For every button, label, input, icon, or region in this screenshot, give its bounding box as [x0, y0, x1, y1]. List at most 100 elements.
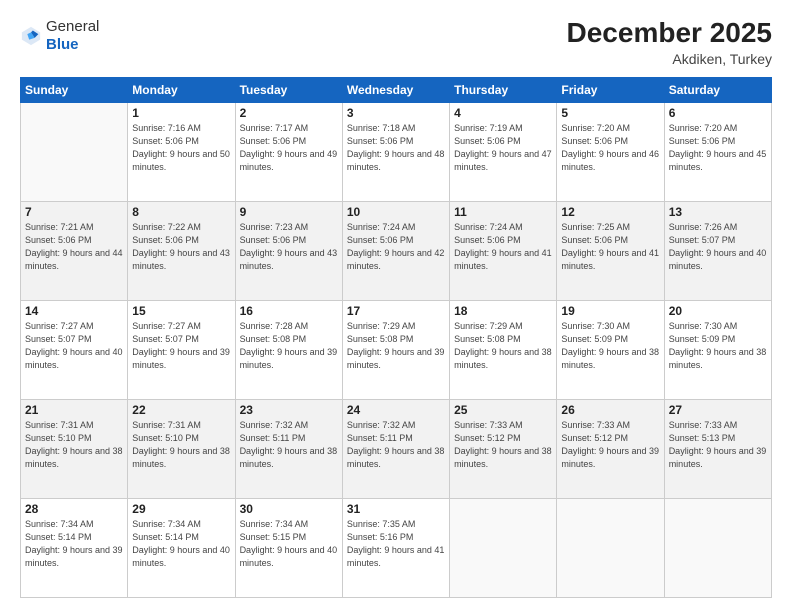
day-info: Sunrise: 7:33 AMSunset: 5:12 PMDaylight:…	[454, 419, 552, 471]
weekday-header-thursday: Thursday	[450, 77, 557, 102]
calendar-cell: 22 Sunrise: 7:31 AMSunset: 5:10 PMDayligh…	[128, 399, 235, 498]
calendar-cell: 14 Sunrise: 7:27 AMSunset: 5:07 PMDayligh…	[21, 300, 128, 399]
calendar-cell: 24 Sunrise: 7:32 AMSunset: 5:11 PMDayligh…	[342, 399, 449, 498]
calendar-cell	[450, 498, 557, 597]
calendar-cell	[21, 102, 128, 201]
location: Akdiken, Turkey	[567, 51, 772, 67]
day-info: Sunrise: 7:18 AMSunset: 5:06 PMDaylight:…	[347, 122, 445, 174]
day-info: Sunrise: 7:27 AMSunset: 5:07 PMDaylight:…	[132, 320, 230, 372]
day-info: Sunrise: 7:29 AMSunset: 5:08 PMDaylight:…	[347, 320, 445, 372]
calendar-cell: 15 Sunrise: 7:27 AMSunset: 5:07 PMDayligh…	[128, 300, 235, 399]
calendar-cell: 8 Sunrise: 7:22 AMSunset: 5:06 PMDaylight…	[128, 201, 235, 300]
calendar-cell: 16Sunrise: 7:28 AMSunset: 5:08 PMDayligh…	[235, 300, 342, 399]
page: General Blue December 2025 Akdiken, Turk…	[0, 0, 792, 612]
day-number: 19	[561, 304, 659, 318]
calendar-cell: 2Sunrise: 7:17 AMSunset: 5:06 PMDaylight…	[235, 102, 342, 201]
day-info: Sunrise: 7:26 AMSunset: 5:07 PMDaylight:…	[669, 221, 767, 273]
day-info: Sunrise: 7:31 AMSunset: 5:10 PMDaylight:…	[25, 419, 123, 471]
day-info: Sunrise: 7:24 AMSunset: 5:06 PMDaylight:…	[454, 221, 552, 273]
day-info: Sunrise: 7:34 AMSunset: 5:14 PMDaylight:…	[25, 518, 123, 570]
day-info: Sunrise: 7:27 AMSunset: 5:07 PMDaylight:…	[25, 320, 123, 372]
logo-text: General Blue	[46, 18, 99, 54]
month-year: December 2025	[567, 18, 772, 49]
header: General Blue December 2025 Akdiken, Turk…	[20, 18, 772, 67]
day-number: 2	[240, 106, 338, 120]
day-info: Sunrise: 7:24 AMSunset: 5:06 PMDaylight:…	[347, 221, 445, 273]
day-number: 4	[454, 106, 552, 120]
weekday-header-friday: Friday	[557, 77, 664, 102]
calendar-cell: 29 Sunrise: 7:34 AMSunset: 5:14 PMDayligh…	[128, 498, 235, 597]
day-info: Sunrise: 7:20 AMSunset: 5:06 PMDaylight:…	[669, 122, 767, 174]
calendar-cell: 6 Sunrise: 7:20 AMSunset: 5:06 PMDaylight…	[664, 102, 771, 201]
calendar-cell: 9 Sunrise: 7:23 AMSunset: 5:06 PMDaylight…	[235, 201, 342, 300]
logo-icon	[20, 25, 42, 47]
calendar-cell: 21 Sunrise: 7:31 AMSunset: 5:10 PMDayligh…	[21, 399, 128, 498]
day-number: 24	[347, 403, 445, 417]
calendar-cell: 27 Sunrise: 7:33 AMSunset: 5:13 PMDayligh…	[664, 399, 771, 498]
calendar-cell: 31Sunrise: 7:35 AMSunset: 5:16 PMDayligh…	[342, 498, 449, 597]
calendar-cell: 23 Sunrise: 7:32 AMSunset: 5:11 PMDayligh…	[235, 399, 342, 498]
day-info: Sunrise: 7:33 AMSunset: 5:13 PMDaylight:…	[669, 419, 767, 471]
day-number: 17	[347, 304, 445, 318]
day-number: 7	[25, 205, 123, 219]
calendar-cell	[557, 498, 664, 597]
day-info: Sunrise: 7:19 AMSunset: 5:06 PMDaylight:…	[454, 122, 552, 174]
day-info: Sunrise: 7:31 AMSunset: 5:10 PMDaylight:…	[132, 419, 230, 471]
day-info: Sunrise: 7:33 AMSunset: 5:12 PMDaylight:…	[561, 419, 659, 471]
calendar-cell: 5 Sunrise: 7:20 AMSunset: 5:06 PMDaylight…	[557, 102, 664, 201]
calendar-cell: 13 Sunrise: 7:26 AMSunset: 5:07 PMDayligh…	[664, 201, 771, 300]
day-number: 12	[561, 205, 659, 219]
day-number: 30	[240, 502, 338, 516]
day-number: 9	[240, 205, 338, 219]
day-info: Sunrise: 7:32 AMSunset: 5:11 PMDaylight:…	[240, 419, 338, 471]
calendar-cell: 1 Sunrise: 7:16 AMSunset: 5:06 PMDaylight…	[128, 102, 235, 201]
day-number: 21	[25, 403, 123, 417]
logo: General Blue	[20, 18, 99, 54]
calendar-cell	[664, 498, 771, 597]
day-number: 1	[132, 106, 230, 120]
day-info: Sunrise: 7:34 AMSunset: 5:14 PMDaylight:…	[132, 518, 230, 570]
calendar-cell: 10 Sunrise: 7:24 AMSunset: 5:06 PMDayligh…	[342, 201, 449, 300]
calendar-cell: 28Sunrise: 7:34 AMSunset: 5:14 PMDayligh…	[21, 498, 128, 597]
day-number: 26	[561, 403, 659, 417]
day-number: 20	[669, 304, 767, 318]
weekday-header-wednesday: Wednesday	[342, 77, 449, 102]
day-number: 22	[132, 403, 230, 417]
calendar-cell: 4 Sunrise: 7:19 AMSunset: 5:06 PMDaylight…	[450, 102, 557, 201]
day-number: 11	[454, 205, 552, 219]
title-block: December 2025 Akdiken, Turkey	[567, 18, 772, 67]
day-number: 15	[132, 304, 230, 318]
day-number: 27	[669, 403, 767, 417]
calendar-cell: 18 Sunrise: 7:29 AMSunset: 5:08 PMDayligh…	[450, 300, 557, 399]
day-info: Sunrise: 7:23 AMSunset: 5:06 PMDaylight:…	[240, 221, 338, 273]
day-info: Sunrise: 7:34 AMSunset: 5:15 PMDaylight:…	[240, 518, 338, 570]
day-number: 8	[132, 205, 230, 219]
day-number: 13	[669, 205, 767, 219]
day-info: Sunrise: 7:29 AMSunset: 5:08 PMDaylight:…	[454, 320, 552, 372]
day-number: 5	[561, 106, 659, 120]
weekday-header-saturday: Saturday	[664, 77, 771, 102]
day-number: 10	[347, 205, 445, 219]
day-info: Sunrise: 7:32 AMSunset: 5:11 PMDaylight:…	[347, 419, 445, 471]
day-info: Sunrise: 7:16 AMSunset: 5:06 PMDaylight:…	[132, 122, 230, 174]
calendar-row-4: 28Sunrise: 7:34 AMSunset: 5:14 PMDayligh…	[21, 498, 772, 597]
calendar-cell: 25Sunrise: 7:33 AMSunset: 5:12 PMDayligh…	[450, 399, 557, 498]
calendar-table: SundayMondayTuesdayWednesdayThursdayFrid…	[20, 77, 772, 598]
calendar-cell: 20Sunrise: 7:30 AMSunset: 5:09 PMDayligh…	[664, 300, 771, 399]
day-info: Sunrise: 7:28 AMSunset: 5:08 PMDaylight:…	[240, 320, 338, 372]
calendar-row-0: 1 Sunrise: 7:16 AMSunset: 5:06 PMDaylight…	[21, 102, 772, 201]
day-number: 29	[132, 502, 230, 516]
calendar-cell: 12 Sunrise: 7:25 AMSunset: 5:06 PMDayligh…	[557, 201, 664, 300]
day-info: Sunrise: 7:22 AMSunset: 5:06 PMDaylight:…	[132, 221, 230, 273]
calendar-cell: 3Sunrise: 7:18 AMSunset: 5:06 PMDaylight…	[342, 102, 449, 201]
calendar-cell: 11 Sunrise: 7:24 AMSunset: 5:06 PMDayligh…	[450, 201, 557, 300]
logo-general-text: General	[46, 18, 99, 35]
day-number: 6	[669, 106, 767, 120]
day-number: 23	[240, 403, 338, 417]
day-number: 18	[454, 304, 552, 318]
calendar-cell: 17 Sunrise: 7:29 AMSunset: 5:08 PMDayligh…	[342, 300, 449, 399]
day-info: Sunrise: 7:25 AMSunset: 5:06 PMDaylight:…	[561, 221, 659, 273]
day-number: 31	[347, 502, 445, 516]
day-number: 14	[25, 304, 123, 318]
day-info: Sunrise: 7:20 AMSunset: 5:06 PMDaylight:…	[561, 122, 659, 174]
